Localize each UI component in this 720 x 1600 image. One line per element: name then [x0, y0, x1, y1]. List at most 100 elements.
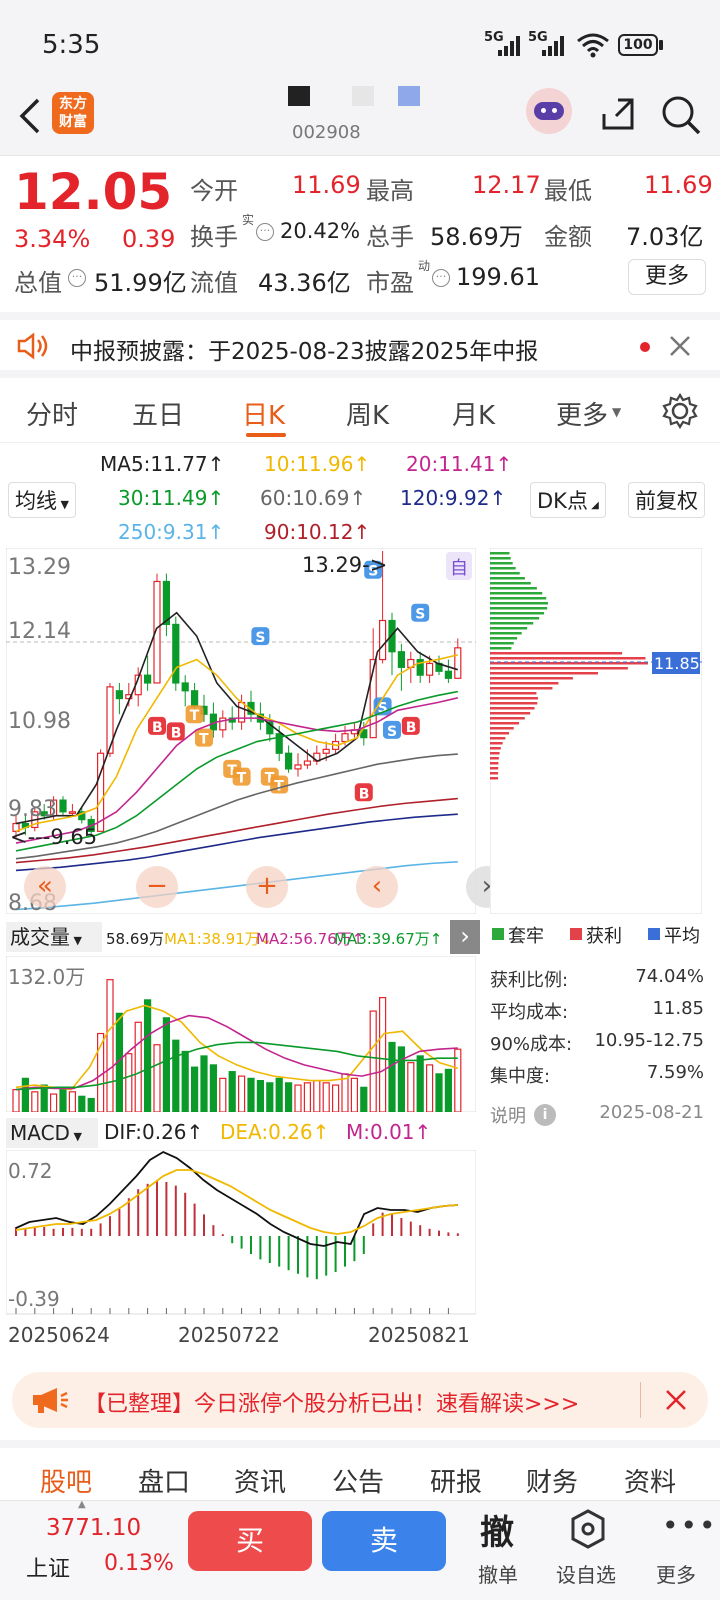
- dk-point-button[interactable]: DK点 ◢: [530, 482, 606, 518]
- volume-bar: [125, 1053, 133, 1112]
- cancel-order-label[interactable]: 撤单: [478, 1559, 518, 1588]
- self-badge[interactable]: 自: [450, 558, 468, 579]
- assistant-avatar-icon[interactable]: [526, 88, 572, 134]
- volume-bar: [106, 979, 114, 1112]
- candle: [68, 811, 77, 814]
- volume-bar: [87, 1097, 95, 1112]
- tab-monthly-k[interactable]: 月K: [452, 395, 495, 432]
- tab-more[interactable]: 更多: [556, 395, 608, 432]
- app-logo[interactable]: 东方 财富: [52, 92, 94, 134]
- concentration-value: 7.59%: [646, 1062, 704, 1083]
- chip-bar: [490, 767, 499, 770]
- mktcap-value: 51.99亿: [94, 269, 187, 297]
- low-label: 最低: [544, 177, 592, 205]
- unread-dot: [640, 342, 650, 352]
- scroll-left-fast-icon[interactable]: «: [24, 866, 66, 908]
- turnover-label: 换手: [190, 223, 238, 251]
- note-link[interactable]: 说明: [490, 1102, 526, 1128]
- chip-bar: [490, 627, 528, 630]
- volume-label: 总手: [366, 223, 414, 251]
- volume-bar: [172, 1039, 180, 1112]
- m-legend: M:0.01↑: [346, 1120, 432, 1144]
- sell-button[interactable]: 卖: [322, 1511, 446, 1571]
- chip-bar: [490, 702, 538, 705]
- macd-selector[interactable]: MACD ▼: [6, 1118, 98, 1148]
- zoom-in-icon[interactable]: +: [246, 866, 288, 908]
- kline-chart[interactable]: BBTTTTSTTBSSSBS 13.29 12.14 10.98 9.83 8…: [6, 548, 476, 914]
- chip-bar: [490, 562, 513, 565]
- add-watchlist-label[interactable]: 设自选: [556, 1559, 616, 1588]
- more-dots-icon[interactable]: •••: [662, 1509, 718, 1542]
- adjust-button[interactable]: 前复权: [628, 482, 705, 518]
- zoom-out-icon[interactable]: −: [136, 866, 178, 908]
- signal-marker-letter: T: [199, 732, 209, 748]
- candle: [379, 619, 387, 661]
- ma120-legend: 120:9.92↑: [400, 486, 507, 510]
- index-value[interactable]: 3771.10: [46, 1515, 141, 1541]
- tab-guba[interactable]: 股吧: [40, 1462, 92, 1499]
- volume-bar: [444, 1068, 452, 1112]
- close-icon[interactable]: [668, 334, 692, 358]
- ma-selector[interactable]: 均线 ▼: [8, 482, 76, 518]
- volume-bar: [181, 1050, 189, 1112]
- volume-bar: [397, 1046, 405, 1112]
- expand-right-icon[interactable]: ›: [450, 920, 480, 954]
- volume-bar: [40, 1084, 48, 1112]
- scroll-left-icon[interactable]: ‹: [356, 866, 398, 908]
- volume-bar: [435, 1073, 443, 1112]
- chip-bar: [490, 722, 520, 725]
- share-icon[interactable]: [598, 94, 638, 134]
- chip-bar: [490, 732, 510, 735]
- tab-news[interactable]: 资讯: [234, 1462, 286, 1499]
- more-quote-button[interactable]: 更多: [628, 259, 706, 295]
- tab-intraday[interactable]: 分时: [26, 395, 78, 432]
- back-icon[interactable]: [14, 96, 44, 136]
- mktcap-label: 总值: [14, 269, 62, 297]
- watchlist-hexagon-icon[interactable]: [570, 1509, 606, 1549]
- info-icon[interactable]: ···: [432, 269, 450, 287]
- legend-swatch-average: [648, 928, 660, 940]
- macd-selector-label: MACD: [10, 1121, 70, 1145]
- legend-swatch-profit: [570, 928, 582, 940]
- tab-daily-k[interactable]: 日K: [242, 395, 285, 432]
- tab-orderbook[interactable]: 盘口: [138, 1462, 190, 1499]
- macd-chart[interactable]: 0.72 -0.39 20250624 20250722 20250821: [6, 1150, 476, 1360]
- more-label[interactable]: 更多: [656, 1559, 696, 1588]
- signal-marker-letter: B: [406, 720, 417, 736]
- volume-bar: [68, 1091, 77, 1112]
- settings-gear-icon[interactable]: [662, 393, 698, 429]
- tab-research[interactable]: 研报: [430, 1462, 482, 1499]
- quote-panel: 12.05 3.34% 0.39 今开 11.69 最高 12.17 最低 11…: [0, 157, 720, 309]
- promo-banner[interactable]: 【已整理】今日涨停个股分析已出！速看解读>>>: [12, 1372, 708, 1428]
- chip-bar: [490, 567, 516, 570]
- tab-five-day[interactable]: 五日: [132, 395, 184, 432]
- clock: 5:35: [42, 30, 101, 60]
- chip-bar: [490, 572, 520, 575]
- chip-bar: [490, 682, 559, 685]
- chevron-up-icon[interactable]: ▲: [78, 1499, 86, 1510]
- cancel-order-icon[interactable]: 撤: [480, 1505, 514, 1554]
- close-icon[interactable]: [664, 1388, 688, 1412]
- buy-button[interactable]: 买: [188, 1511, 312, 1571]
- volume-chart[interactable]: 132.0万: [6, 956, 476, 1112]
- min-price-annotation: <---9.65: [10, 825, 97, 849]
- notice-bar[interactable]: 中报预披露：于2025-08-23披露2025年中报: [0, 312, 720, 378]
- volume-bar: [379, 997, 387, 1112]
- y-axis-mid: 12.14: [8, 619, 71, 644]
- info-icon[interactable]: ···: [68, 269, 86, 287]
- tab-announcements[interactable]: 公告: [332, 1462, 384, 1499]
- tab-finance[interactable]: 财务: [526, 1462, 578, 1499]
- info-icon[interactable]: ···: [256, 223, 274, 241]
- tab-weekly-k[interactable]: 周K: [346, 395, 389, 432]
- volume-bar: [247, 1077, 255, 1112]
- tab-profile[interactable]: 资料: [624, 1462, 676, 1499]
- chip-bar: [490, 592, 543, 595]
- turnover-sup: 实: [242, 213, 255, 227]
- info-icon[interactable]: i: [534, 1104, 556, 1126]
- candle: [322, 748, 330, 754]
- chip-bar: [490, 742, 503, 745]
- signal-marker-letter: B: [171, 725, 182, 741]
- search-icon[interactable]: [660, 94, 702, 136]
- volume-selector[interactable]: 成交量 ▼: [6, 922, 102, 952]
- volume-bar: [12, 1088, 20, 1112]
